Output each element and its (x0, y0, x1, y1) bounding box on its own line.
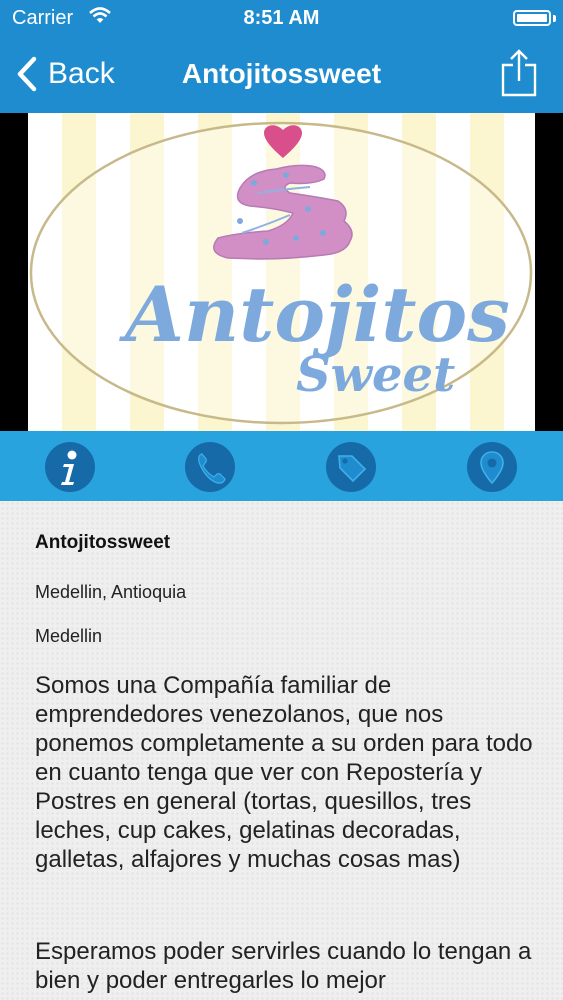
navigation-bar: Back Antojitossweet (0, 36, 563, 113)
location-pin-icon (480, 451, 504, 485)
business-name: Antojitossweet (35, 532, 171, 553)
share-button[interactable] (501, 48, 537, 98)
status-bar: Carrier 8:51 AM (0, 0, 563, 36)
business-description-continued: Esperamos poder servirles cuando lo teng… (35, 938, 532, 994)
business-location: Medellin, Antioquia (35, 582, 187, 602)
battery-icon (513, 10, 551, 26)
info-button[interactable] (45, 442, 95, 492)
logo-text-line1: Antojitos (119, 270, 510, 359)
status-time: 8:51 AM (243, 7, 320, 29)
business-description: Somos una Compañía familiar de emprended… (35, 672, 533, 873)
page-title: Antojitossweet (181, 58, 382, 89)
details-content: Antojitossweet Medellin, Antioquia Medel… (0, 501, 563, 1000)
phone-icon (198, 453, 226, 484)
battery-tip (553, 15, 556, 22)
phone-button[interactable] (185, 442, 235, 492)
tag-icon (338, 455, 367, 483)
info-icon (61, 450, 77, 485)
action-bar (0, 431, 563, 501)
logo-image: Antojitos Sweet (28, 113, 535, 431)
tag-button[interactable] (326, 442, 376, 492)
banner: Antojitos Sweet (0, 113, 563, 431)
share-icon (501, 49, 537, 97)
location-button[interactable] (467, 442, 517, 492)
logo-text-line2: Sweet (296, 347, 455, 403)
business-city: Medellin (35, 626, 103, 646)
